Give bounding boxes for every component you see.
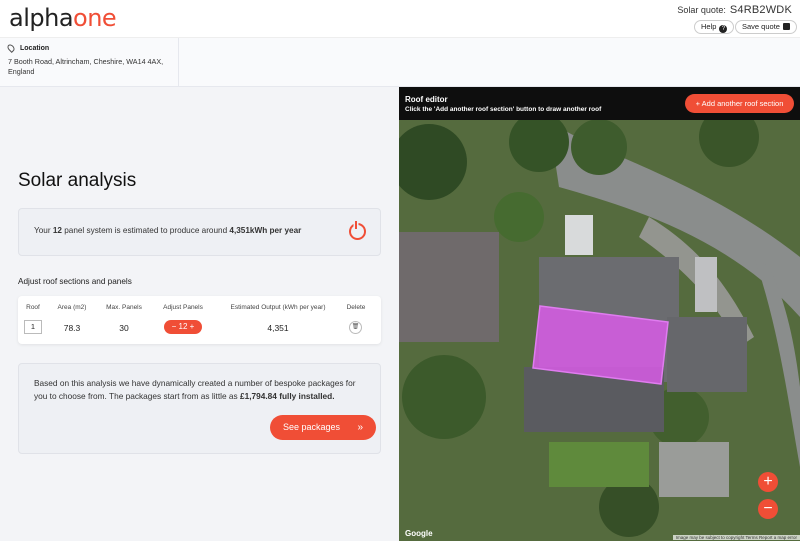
panel-stepper[interactable]: − 12 +: [164, 320, 202, 334]
panel-count: 12: [52, 226, 62, 235]
roof-table: Roof Area (m2) Max. Panels Adjust Panels…: [18, 296, 381, 344]
estimate-card: Your 12 panel system is estimated to pro…: [18, 208, 381, 256]
satellite-map[interactable]: Roof editor Click the 'Add another roof …: [399, 87, 800, 541]
quote-label-text: Solar quote:: [677, 5, 726, 15]
tree: [494, 192, 544, 242]
alphaone-logo[interactable]: alphaone: [9, 4, 117, 32]
roof-editor-bar: Roof editor Click the 'Add another roof …: [399, 87, 800, 120]
question-icon: ?: [719, 25, 728, 33]
header-area: Area (m2): [57, 304, 87, 311]
location-bar: Location 7 Booth Road, Altrincham, Chesh…: [0, 38, 800, 87]
header-output: Estimated Output (kWh per year): [230, 304, 326, 311]
header-delete: Delete: [346, 304, 366, 311]
max-panels-value: 30: [119, 323, 129, 333]
location-box: Location 7 Booth Road, Altrincham, Chesh…: [0, 38, 179, 87]
zoom-out-button[interactable]: −: [758, 499, 778, 519]
location-title: Location: [20, 44, 50, 52]
patio: [659, 442, 729, 497]
roof-editor-title: Roof editor: [405, 95, 448, 104]
minus-icon[interactable]: −: [172, 322, 179, 331]
logo-text: alpha: [9, 4, 74, 32]
tree: [402, 355, 486, 439]
add-roof-section-button[interactable]: + Add another roof section: [685, 94, 794, 113]
plus-icon[interactable]: +: [187, 322, 195, 331]
estimate-value: 4,351kWh per year: [229, 226, 302, 235]
estimate-text-pre: Your: [34, 226, 53, 235]
help-button[interactable]: Help?: [694, 20, 735, 34]
location-address: 7 Booth Road, Altrincham, Cheshire, WA14…: [8, 57, 164, 76]
map-attribution[interactable]: Image may be subject to copyright Terms …: [672, 535, 800, 540]
floppy-disk-icon: [782, 23, 790, 30]
google-logo: Google: [405, 529, 433, 538]
tree: [509, 112, 569, 172]
analysis-panel: Solar analysis Your 12 panel system is e…: [0, 87, 399, 541]
quote-code: S4RB2WDK: [729, 4, 792, 16]
header-roof: Roof: [26, 304, 40, 311]
save-quote-button[interactable]: Save quote: [735, 20, 797, 34]
packages-price: £1,794.84 fully installed.: [239, 391, 335, 401]
tree: [571, 119, 627, 175]
help-label: Help: [701, 22, 717, 31]
estimate-text-mid: panel system is estimated to produce aro…: [61, 226, 230, 235]
page-title: Solar analysis: [18, 170, 137, 191]
car: [565, 215, 593, 255]
header-adjust-panels: Adjust Panels: [163, 304, 203, 311]
adjust-title: Adjust roof sections and panels: [18, 277, 132, 286]
double-chevron-right-icon: »: [357, 422, 363, 433]
car: [695, 257, 717, 312]
power-icon[interactable]: [349, 221, 366, 240]
zoom-in-button[interactable]: +: [758, 472, 778, 492]
satellite-imagery: [399, 87, 800, 541]
header-max-panels: Max. Panels: [106, 304, 142, 311]
roof-number-input[interactable]: 1: [24, 320, 42, 334]
see-packages-label: See packages: [283, 422, 341, 432]
location-pin-icon: [6, 43, 16, 53]
app-header: alphaone Solar quote: S4RB2WDK Help? Save…: [0, 0, 800, 38]
see-packages-button[interactable]: See packages »: [270, 415, 376, 440]
lawn: [549, 442, 649, 487]
packages-card: Based on this analysis we have dynamical…: [18, 363, 381, 454]
output-value: 4,351: [267, 323, 289, 333]
logo-accent-text: one: [73, 4, 117, 32]
solar-quote-label: Solar quote: S4RB2WDK: [677, 4, 792, 16]
area-value: 78.3: [63, 323, 81, 333]
save-label: Save quote: [742, 22, 780, 31]
trash-icon[interactable]: 🗑: [349, 321, 362, 334]
packages-description: Based on this analysis we have dynamical…: [34, 377, 369, 403]
neighbour-roof: [399, 232, 499, 342]
roof-editor-subtitle: Click the 'Add another roof section' but…: [405, 106, 602, 113]
garage-roof: [667, 317, 747, 392]
